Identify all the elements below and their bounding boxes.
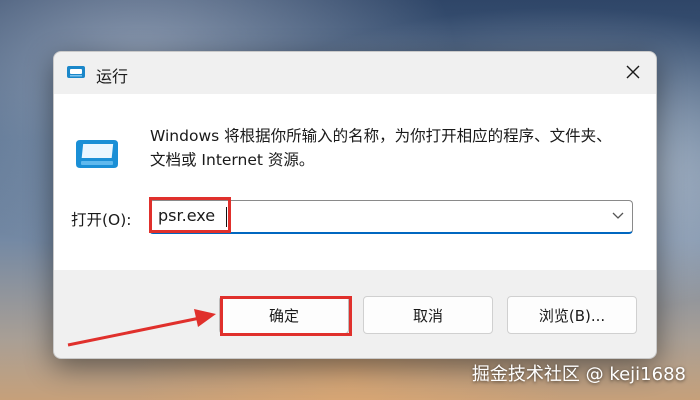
run-app-icon	[66, 64, 86, 80]
content-area: Windows 将根据你所输入的名称，为你打开相应的程序、文件夹、文档或 Int…	[54, 94, 656, 270]
description-text: Windows 将根据你所输入的名称，为你打开相应的程序、文件夹、文档或 Int…	[150, 127, 612, 169]
close-button[interactable]	[610, 52, 656, 92]
ok-highlight-box	[220, 296, 352, 336]
run-program-icon	[74, 136, 120, 174]
window-title: 运行	[96, 67, 129, 86]
watermark-text: 掘金技术社区 @ keji1688	[471, 364, 686, 385]
input-highlight-box	[149, 197, 231, 233]
close-icon	[626, 65, 640, 79]
run-dialog: 运行 Windows 将根据你所输入的名称，为你打开相应的程序、文件夹、文档或 …	[53, 51, 657, 359]
open-label: 打开(O):	[71, 211, 132, 229]
chevron-down-icon[interactable]	[612, 212, 624, 220]
title-bar[interactable]: 运行	[54, 52, 656, 94]
cancel-button[interactable]: 取消	[363, 296, 493, 334]
browse-button[interactable]: 浏览(B)...	[507, 296, 637, 334]
